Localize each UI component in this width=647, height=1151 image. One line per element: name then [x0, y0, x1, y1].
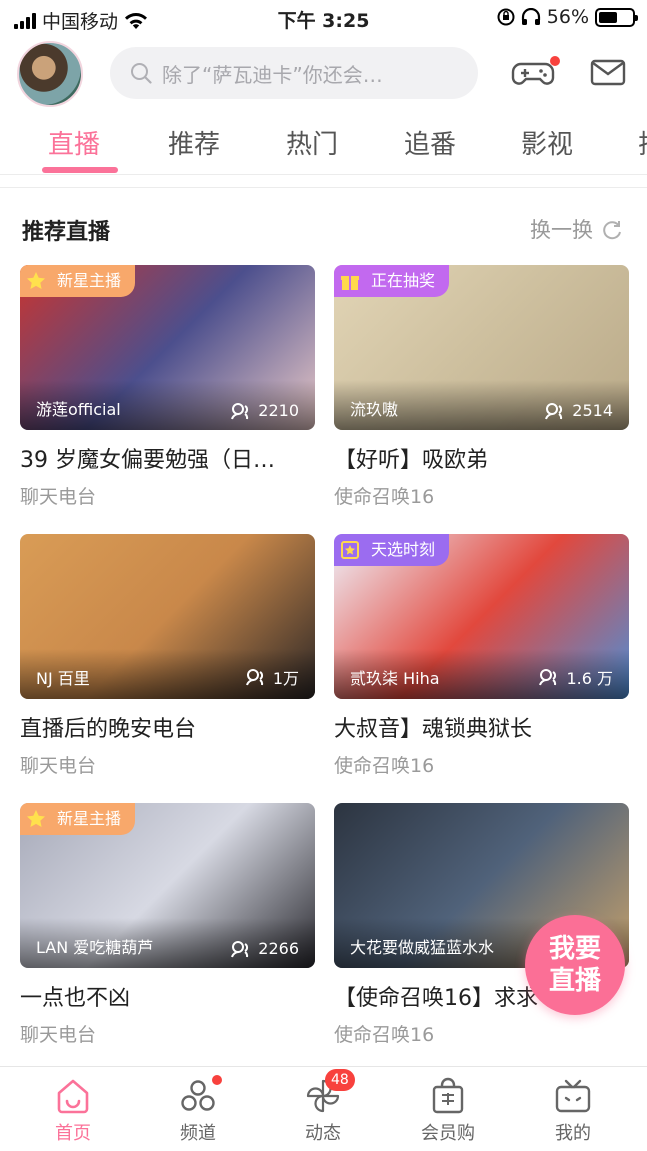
- nav-dynamics[interactable]: 48 动态: [273, 1069, 373, 1145]
- tab-live[interactable]: 直播: [48, 124, 100, 161]
- gift-icon: [341, 276, 359, 290]
- messages-button[interactable]: [588, 52, 632, 92]
- live-category[interactable]: 聊天电台: [20, 482, 315, 509]
- channels-notification-dot: [212, 1075, 222, 1085]
- viewers-icon: [231, 940, 249, 957]
- status-bar: 中国移动 下午 3:25 56%: [0, 0, 647, 36]
- live-card[interactable]: 正在抽奖 流玖嗷 2514 【好听】吸欧弟 使命召唤16: [334, 265, 629, 509]
- battery-percent: 56%: [546, 6, 589, 28]
- viewers-icon: [245, 669, 263, 686]
- refresh-button[interactable]: 换一换: [530, 214, 623, 244]
- live-thumbnail[interactable]: 新星主播 LAN 爱吃糖葫芦 2266: [20, 803, 315, 968]
- view-count: 1.6 万: [538, 665, 613, 689]
- live-title: 大叔音】魂锁典狱长: [334, 717, 533, 742]
- live-title: 直播后的晚安电台: [20, 717, 197, 742]
- live-badge: 天选时刻: [334, 534, 450, 566]
- refresh-icon: [603, 221, 621, 240]
- rotation-lock-icon: [497, 8, 515, 26]
- host-name: 游莲official: [36, 400, 121, 419]
- tab-anime[interactable]: 追番: [404, 124, 456, 161]
- headphones-icon: [521, 8, 540, 25]
- live-category[interactable]: 使命召唤16: [334, 1020, 629, 1047]
- tab-movies[interactable]: 影视: [521, 124, 573, 161]
- live-card[interactable]: 新星主播 游莲official 2210 39 岁魔女偏要勉强（日… 聊天电台: [20, 265, 315, 509]
- live-badge: 新星主播: [20, 265, 136, 297]
- live-thumbnail[interactable]: NJ 百里 1万: [20, 534, 315, 699]
- status-right: 56%: [497, 6, 638, 28]
- tab-hot[interactable]: 热门: [286, 124, 338, 161]
- viewers-icon: [231, 402, 249, 419]
- divider: [0, 174, 647, 188]
- gamepad-icon: [511, 62, 555, 85]
- view-count: 2210: [230, 401, 299, 420]
- tab-rank[interactable]: 排: [638, 124, 647, 161]
- nav-profile[interactable]: 我的: [523, 1077, 623, 1145]
- live-category[interactable]: 聊天电台: [20, 1020, 315, 1047]
- search-bar[interactable]: 除了“萨瓦迪卡”你还会…: [110, 47, 478, 99]
- go-live-button[interactable]: 我要 直播: [525, 915, 625, 1015]
- viewers-icon: [545, 402, 563, 419]
- nav-home[interactable]: 首页: [23, 1077, 123, 1145]
- nav-mall[interactable]: 会员购: [398, 1077, 498, 1145]
- host-name: LAN 爱吃糖葫芦: [36, 938, 154, 957]
- live-thumbnail[interactable]: 正在抽奖 流玖嗷 2514: [334, 265, 629, 430]
- battery-icon: [595, 7, 638, 27]
- live-card[interactable]: 天选时刻 贰玖柒 Hiha 1.6 万 大叔音】魂锁典狱长 使命召唤16: [334, 534, 629, 778]
- live-category[interactable]: 使命召唤16: [334, 751, 629, 778]
- tab-recommend[interactable]: 推荐: [168, 124, 220, 161]
- live-card[interactable]: NJ 百里 1万 直播后的晚安电台 聊天电台: [20, 534, 315, 778]
- star-icon: [27, 810, 45, 827]
- live-title: 【好听】吸欧弟: [334, 448, 489, 473]
- view-count: 1万: [245, 665, 299, 689]
- mail-icon: [590, 59, 626, 86]
- live-thumbnail[interactable]: 天选时刻 贰玖柒 Hiha 1.6 万: [334, 534, 629, 699]
- top-header: 除了“萨瓦迪卡”你还会…: [0, 40, 647, 108]
- live-badge: 正在抽奖: [334, 265, 450, 297]
- section-title: 推荐直播: [22, 220, 111, 245]
- dynamics-count-badge: 48: [325, 1069, 355, 1091]
- host-name: 贰玖柒 Hiha: [350, 669, 440, 688]
- search-icon: [131, 63, 152, 84]
- live-category[interactable]: 使命召唤16: [334, 482, 629, 509]
- shopping-bag-icon: [432, 1077, 464, 1114]
- active-tab-indicator: [42, 167, 118, 173]
- star-icon: [27, 272, 45, 289]
- viewers-icon: [539, 669, 557, 686]
- game-center-button[interactable]: [511, 52, 560, 92]
- go-live-line1: 我要: [548, 934, 601, 964]
- host-name: NJ 百里: [36, 669, 90, 688]
- avatar[interactable]: [17, 41, 83, 107]
- tv-icon: [555, 1079, 591, 1113]
- search-placeholder: 除了“萨瓦迪卡”你还会…: [162, 62, 383, 87]
- live-card[interactable]: 新星主播 LAN 爱吃糖葫芦 2266 一点也不凶 聊天电台: [20, 803, 315, 1047]
- event-icon: [341, 541, 359, 559]
- channel-tabs: 直播 推荐 热门 追番 影视 排: [0, 116, 647, 174]
- live-thumbnail[interactable]: 新星主播 游莲official 2210: [20, 265, 315, 430]
- game-notification-dot: [550, 56, 560, 66]
- live-badge: 新星主播: [20, 803, 136, 835]
- bottom-nav: 首页 频道 48 动态 会员购 我的: [0, 1066, 647, 1151]
- go-live-line2: 直播: [548, 966, 601, 996]
- nav-channels[interactable]: 频道: [148, 1075, 248, 1145]
- refresh-label: 换一换: [530, 218, 593, 242]
- live-category[interactable]: 聊天电台: [20, 751, 315, 778]
- host-name: 流玖嗷: [350, 400, 399, 419]
- live-title: 39 岁魔女偏要勉强（日…: [20, 448, 275, 473]
- host-name: 大花要做威猛蓝水水: [350, 938, 495, 957]
- view-count: 2514: [544, 401, 613, 420]
- view-count: 2266: [230, 939, 299, 958]
- live-title: 一点也不凶: [20, 986, 131, 1011]
- home-icon: [57, 1079, 89, 1114]
